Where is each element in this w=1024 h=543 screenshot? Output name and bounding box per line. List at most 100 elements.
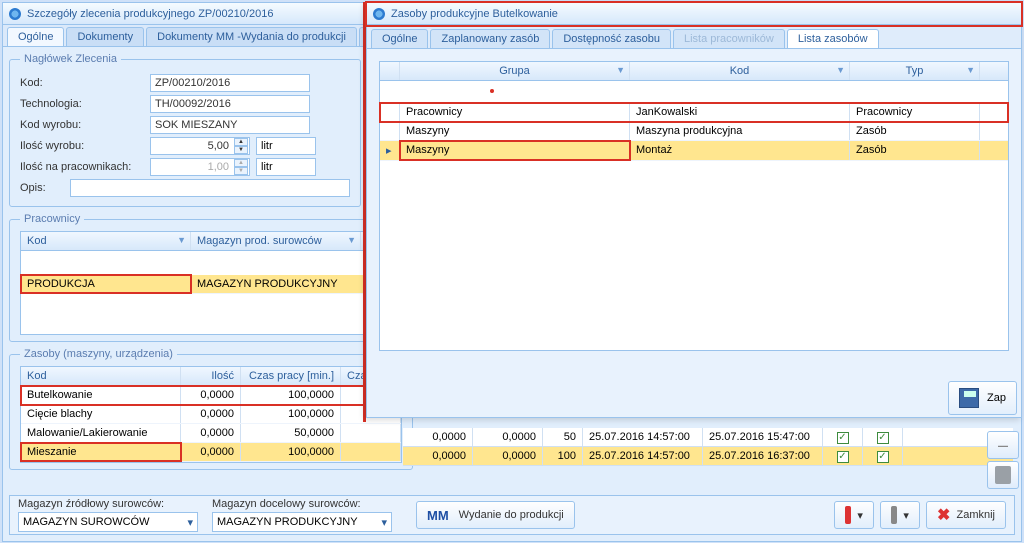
bottom-bar: Magazyn źródłowy surowców: MAGAZYN SUROW… [9,495,1015,535]
spin-down-icon[interactable]: ▼ [234,146,248,154]
rcell[interactable]: 50,0000 [241,424,341,442]
save-button[interactable]: Zap [948,381,1017,415]
wcol-kod[interactable]: Kod▼ [21,232,191,250]
scell-chk[interactable]: ✓ [823,447,863,466]
right-title: Zasoby produkcyjne Butelkowanie [391,8,558,20]
rcol-kod[interactable]: Kod [21,367,181,385]
mm-button[interactable]: MM Wydanie do produkcji [416,501,575,529]
scell: 0,0000 [403,447,473,465]
rcell[interactable]: Montaż [630,141,850,160]
rcell[interactable]: Zasób [850,141,980,160]
workers-grid[interactable]: Kod▼ Magazyn prod. surowców▼ Ilo PRODUKC… [20,231,392,335]
check-icon[interactable]: ✓ [877,451,889,463]
wcell-kod[interactable]: PRODUKCJA [21,275,191,293]
rcell[interactable]: 100,0000 [241,405,341,423]
close-label: Zamknij [956,509,995,521]
rcell[interactable]: Butelkowanie [21,386,181,404]
schedule-area: 0,0000 0,0000 50 25.07.2016 14:57:00 25.… [403,428,1013,466]
scell: 25.07.2016 14:57:00 [583,447,703,465]
rcol-ilosc[interactable]: Ilość [181,367,241,385]
rgcol-grupa[interactable]: Grupa▼ [400,62,630,80]
filter-icon[interactable]: ▼ [177,235,186,245]
rcol-czas[interactable]: Czas pracy [min.] [241,367,341,385]
filter-icon[interactable]: ▼ [836,65,845,75]
rgcol-typ[interactable]: Typ▼ [850,62,980,80]
print-button[interactable]: ▾ [880,501,920,529]
rcell[interactable]: 0,0000 [181,424,241,442]
rcell[interactable]: Maszyna produkcyjna [630,122,850,140]
field-wyrob[interactable]: SOK MIESZANY [150,116,310,134]
tab-dokumenty[interactable]: Dokumenty [66,27,144,46]
src-value: MAGAZYN SUROWCÓW [23,516,150,528]
wcol-mag[interactable]: Magazyn prod. surowców ▼ [191,232,361,250]
right-titlebar[interactable]: Zasoby produkcyjne Butelkowanie [367,3,1021,25]
sched-row-0[interactable]: 0,0000 0,0000 50 25.07.2016 14:57:00 25.… [403,428,1013,447]
rcell[interactable]: 0,0000 [181,405,241,423]
del-button-button[interactable] [987,461,1019,489]
rcell[interactable]: Maszyny [400,122,630,140]
unit-ilosc[interactable]: litr [256,137,316,155]
rtab-ogolne[interactable]: Ogólne [371,29,428,48]
rcell[interactable]: 0,0000 [181,443,241,461]
rtab-dostepnosc[interactable]: Dostępność zasobu [552,29,671,48]
filter-icon[interactable]: ▼ [966,65,975,75]
rcell[interactable]: Pracownicy [850,103,980,121]
rcell[interactable]: Pracownicy [400,103,630,121]
res-row-3[interactable]: Mieszanie 0,0000 100,0000 [21,443,401,462]
rcell[interactable]: Zasób [850,122,980,140]
rrow-1[interactable]: Maszyny Maszyna produkcyjna Zasób [380,122,1008,141]
dst-block: Magazyn docelowy surowców: MAGAZYN PRODU… [212,498,392,532]
rtab-pracownikow[interactable]: Lista pracowników [673,29,785,48]
rrow-2[interactable]: ▸ Maszyny Montaż Zasób [380,141,1008,161]
rcell[interactable] [341,443,401,461]
filter-icon[interactable]: ▼ [616,65,625,75]
rtab-zasobow[interactable]: Lista zasobów [787,29,879,48]
rcell[interactable]: 0,0000 [181,386,241,404]
scell: 0,0000 [473,447,543,465]
dst-combo[interactable]: MAGAZYN PRODUKCYJNY [212,512,392,532]
spin-up-icon[interactable]: ▲ [234,138,248,146]
filter-icon[interactable]: ▼ [347,235,356,245]
check-icon[interactable]: ✓ [877,432,889,444]
check-icon[interactable]: ✓ [837,451,849,463]
field-iloscpr: 1,00 ▲▼ [150,158,250,176]
rcell[interactable]: Cięcie blachy [21,405,181,423]
scell-chk[interactable]: ✓ [863,428,903,447]
wcol-mag-txt: Magazyn prod. surowców [197,235,322,247]
rtab-zaplanowany[interactable]: Zaplanowany zasób [430,29,550,48]
red-dot-icon [490,89,494,93]
rrow-0[interactable]: Pracownicy JanKowalski Pracownicy [380,103,1008,122]
tab-ogolne[interactable]: Ogólne [7,27,64,46]
rcell[interactable]: 100,0000 [241,443,341,461]
rcell[interactable]: 100,0000 [241,386,341,404]
close-button[interactable]: ✖ Zamknij [926,501,1006,529]
resources-grid[interactable]: Kod Ilość Czas pracy [min.] Czas uz Bute… [20,366,402,463]
res-row-1[interactable]: Cięcie blachy 0,0000 100,0000 [21,405,401,424]
sched-row-1[interactable]: 0,0000 0,0000 100 25.07.2016 14:57:00 25… [403,447,1013,466]
rcell[interactable]: Maszyny [400,141,630,160]
check-icon[interactable]: ✓ [837,432,849,444]
right-grid[interactable]: Grupa▼ Kod▼ Typ▼ Pracownicy JanKowalski … [379,61,1009,351]
gear-icon [373,8,385,20]
rcell[interactable]: Mieszanie [21,443,181,461]
right-tabs: Ogólne Zaplanowany zasób Dostępność zaso… [367,25,1021,49]
pdf-button[interactable]: ▾ [834,501,874,529]
side-button-1[interactable]: – [987,431,1019,459]
rcell[interactable]: Malowanie/Lakierowanie [21,424,181,442]
res-row-2[interactable]: Malowanie/Lakierowanie 0,0000 50,0000 [21,424,401,443]
src-combo[interactable]: MAGAZYN SUROWCÓW [18,512,198,532]
field-tech[interactable]: TH/00092/2016 [150,95,310,113]
res-row-0[interactable]: Butelkowanie 0,0000 100,0000 [21,386,401,405]
field-opis[interactable] [70,179,350,197]
rcell[interactable] [341,424,401,442]
spinner-ilosc[interactable]: ▲▼ [234,138,248,154]
rcell[interactable]: JanKowalski [630,103,850,121]
scell-chk[interactable]: ✓ [823,428,863,447]
scell-chk[interactable]: ✓ [863,447,903,466]
field-ilosc[interactable]: 5,00 ▲▼ [150,137,250,155]
workers-row-0[interactable]: PRODUKCJA MAGAZYN PRODUKCYJNY [21,275,391,294]
tab-dok-mm[interactable]: Dokumenty MM -Wydania do produkcji [146,27,357,46]
field-kod[interactable]: ZP/00210/2016 [150,74,310,92]
rgcol-kod[interactable]: Kod▼ [630,62,850,80]
wcell-mag[interactable]: MAGAZYN PRODUKCYJNY [191,275,391,293]
